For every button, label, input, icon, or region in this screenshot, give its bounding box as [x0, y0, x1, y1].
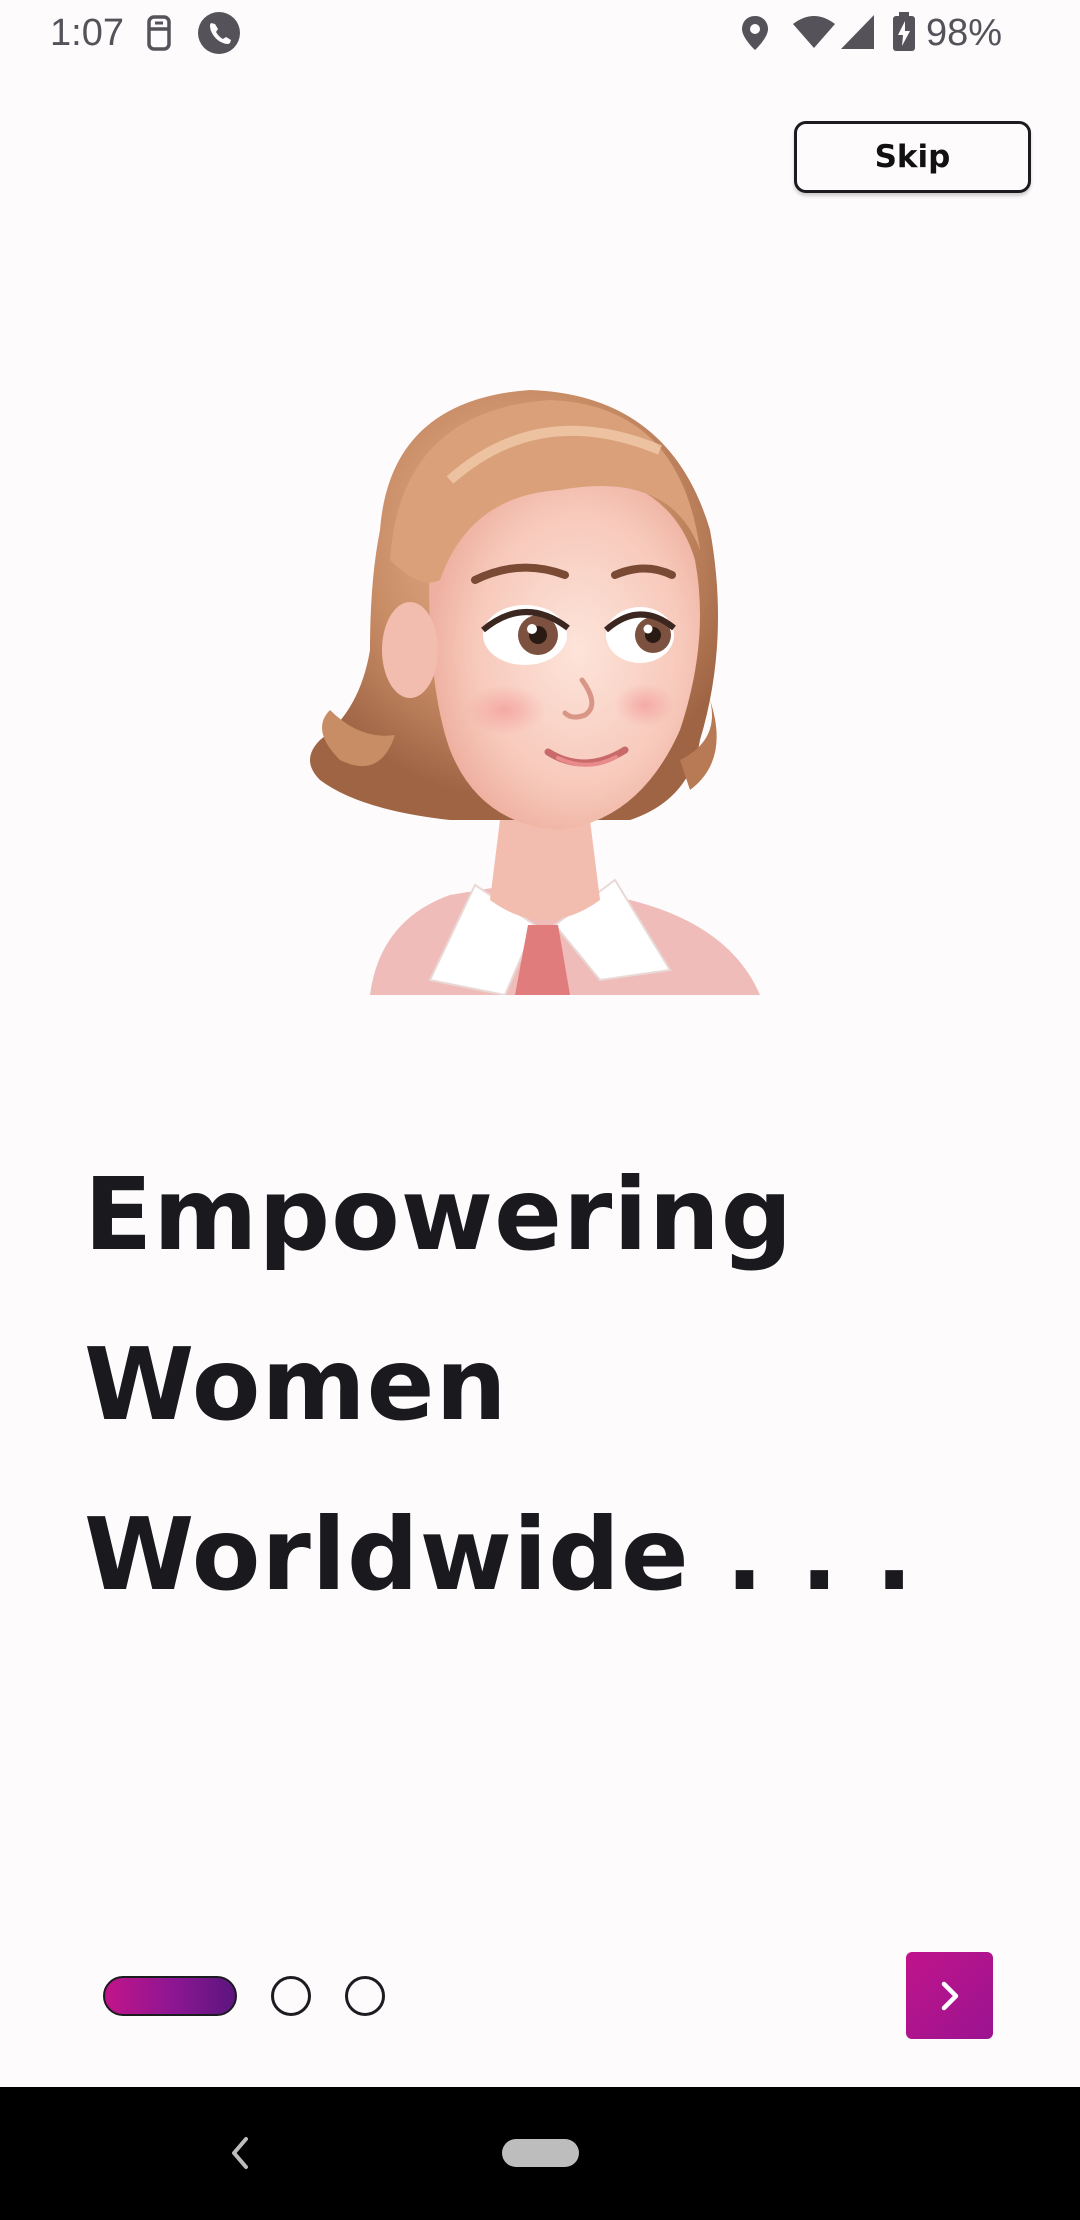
skip-button[interactable]: Skip — [794, 121, 1031, 193]
headline-line-3: Worldwide . . . — [84, 1496, 915, 1613]
headline: Empowering Women Worldwide . . . — [84, 1130, 1034, 1640]
page-dot-3[interactable] — [345, 1976, 385, 2016]
page-dot-active[interactable] — [103, 1976, 237, 2016]
status-bar: 1:07 98% — [0, 0, 1080, 66]
home-pill-button[interactable] — [502, 2139, 579, 2167]
signal-icon — [841, 15, 874, 49]
wifi-icon — [793, 16, 835, 48]
status-time: 1:07 — [50, 12, 124, 54]
location-icon — [742, 16, 768, 50]
next-button[interactable] — [906, 1952, 993, 2039]
page-dot-2[interactable] — [271, 1976, 311, 2016]
phone-call-icon — [198, 12, 240, 54]
battery-percentage: 98% — [926, 12, 1003, 54]
battery-charging-icon — [893, 12, 915, 51]
back-icon[interactable] — [222, 2133, 258, 2173]
woman-avatar-illustration — [310, 390, 760, 995]
chevron-right-icon — [941, 1981, 958, 2010]
headline-line-2: Women — [84, 1326, 508, 1443]
headline-line-1: Empowering — [84, 1156, 794, 1273]
sim-icon — [147, 15, 171, 51]
system-nav-bar — [0, 2087, 1080, 2220]
